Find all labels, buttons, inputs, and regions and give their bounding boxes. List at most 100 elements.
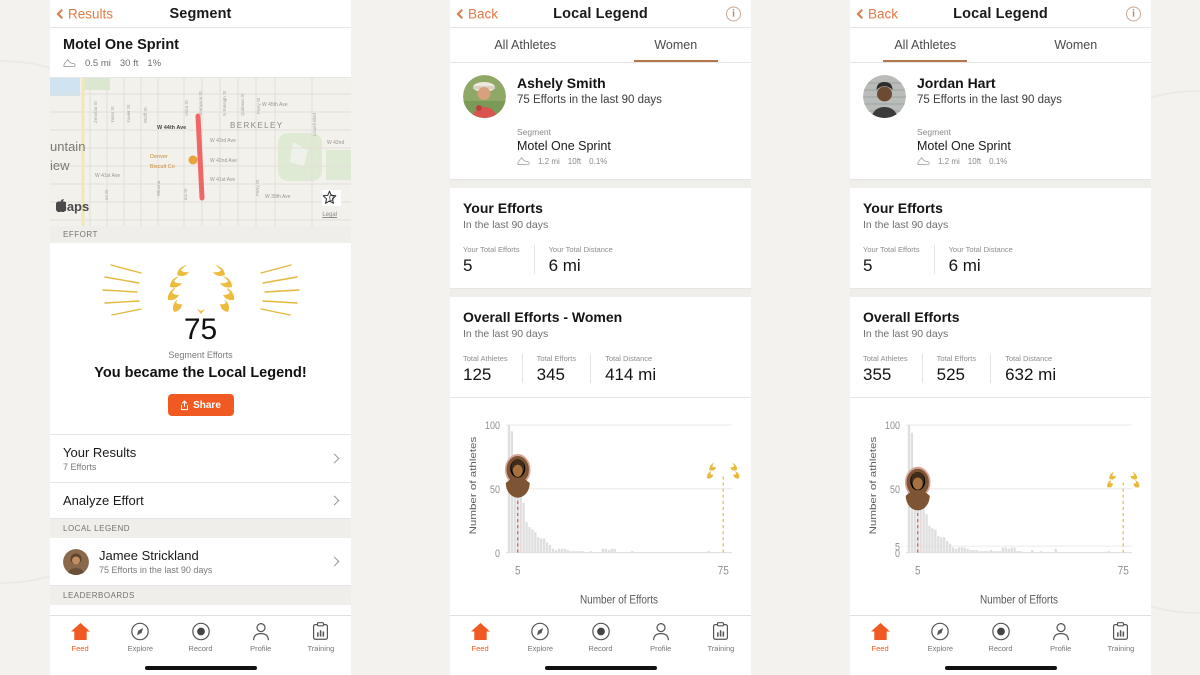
tab-profile[interactable]: Profile: [631, 622, 691, 653]
tab-record[interactable]: Record: [570, 622, 630, 653]
tab-explore[interactable]: Explore: [910, 622, 970, 653]
tab-record[interactable]: Record: [970, 622, 1030, 653]
local-legend-section-header: LOCAL LEGEND: [50, 519, 351, 538]
tab-training[interactable]: Training: [691, 622, 751, 653]
block-subtitle: In the last 90 days: [863, 328, 949, 340]
segment-grade: 0.1%: [989, 157, 1008, 166]
tab-explore[interactable]: Explore: [110, 622, 170, 653]
x-axis-label: Number of Efforts: [980, 594, 1058, 607]
y-axis-label: Number of athletes: [868, 437, 879, 535]
avatar-image: [863, 75, 906, 118]
tab-label: Profile: [250, 644, 272, 653]
tab-training[interactable]: Training: [291, 622, 351, 653]
home-icon: [70, 622, 90, 641]
legend-athlete-card[interactable]: Ashely Smith 75 Efforts in the last 90 d…: [450, 63, 751, 180]
leaderboards-section-header: LEADERBOARDS: [50, 586, 351, 605]
histogram-bar: [1001, 547, 1005, 553]
segment-elevation: 10ft: [567, 157, 582, 166]
segment-map[interactable]: W 45th Ave W 43rd Ave W 42nd Ave W 41st …: [50, 78, 351, 226]
legend-athlete-card[interactable]: Jordan Hart 75 Efforts in the last 90 da…: [850, 63, 1151, 180]
stat-value: 632 mi: [1005, 365, 1057, 384]
chevron-left-icon: [456, 8, 467, 19]
row-content: Jamee Strickland 75 Efforts in the last …: [99, 548, 331, 575]
apple-logo-icon: [56, 199, 67, 212]
segment-distance: 0.5 mi: [85, 58, 111, 69]
tab-label: Explore: [527, 644, 554, 653]
tab-label: Training: [1107, 644, 1135, 653]
chart-canvas: 05501005 75Number of EffortsNumber of ath…: [868, 421, 1140, 607]
tab-women[interactable]: Women: [601, 28, 752, 62]
block-title: Overall Efforts: [863, 309, 960, 325]
histogram-bar: [928, 525, 931, 553]
stat-your-total-distance: Your Total Distance 6 mi: [933, 245, 1027, 274]
y-tick-label: 100: [885, 421, 900, 433]
segment-label: Segment: [517, 127, 552, 137]
svg-text:Denver: Denver: [150, 154, 168, 160]
avatar: [63, 548, 89, 575]
svg-text:N Raleigh St: N Raleigh St: [222, 90, 227, 116]
tab-feed[interactable]: Feed: [50, 622, 110, 653]
your-results-row[interactable]: Your Results 7 Efforts: [50, 435, 351, 483]
stat-your-total-distance: Your Total Distance 6 mi: [533, 245, 627, 275]
info-icon[interactable]: i: [726, 6, 741, 21]
info-icon[interactable]: i: [1126, 6, 1141, 21]
tab-explore[interactable]: Explore: [510, 622, 570, 653]
tab-feed[interactable]: Feed: [450, 622, 510, 653]
segment-elevation: 10ft: [967, 157, 982, 166]
overall-efforts-block: Overall Efforts - Women In the last 90 d…: [450, 297, 751, 398]
phone-segment-screen: Results Segment Motel One Sprint 0.5 mi …: [50, 0, 351, 675]
page-title: Local Legend: [953, 5, 1048, 22]
map-star-control[interactable]: 0: [321, 190, 341, 206]
stat-value: 6 mi: [548, 256, 581, 275]
tab-profile[interactable]: Profile: [231, 622, 291, 653]
x-tick-label: 75: [718, 565, 729, 578]
share-button[interactable]: Share: [167, 394, 234, 416]
tab-training[interactable]: Training: [1091, 622, 1151, 653]
tab-label: Feed: [471, 644, 489, 653]
svg-text:Tennyson St: Tennyson St: [198, 90, 203, 116]
row-content: Your Results 7 Efforts: [63, 445, 331, 472]
tab-all-athletes[interactable]: All Athletes: [850, 28, 1001, 62]
back-button[interactable]: Back: [456, 6, 499, 21]
analyze-effort-row[interactable]: Analyze Effort: [50, 483, 351, 519]
overall-efforts-block: Overall Efforts In the last 90 days Tota…: [850, 297, 1151, 398]
svg-text:Utica St: Utica St: [184, 99, 189, 116]
svg-text:W 41st Ave: W 41st Ave: [210, 177, 235, 183]
svg-text:W 41st Ave: W 41st Ave: [95, 173, 120, 179]
svg-text:Biscuit Co: Biscuit Co: [150, 164, 175, 170]
home-indicator: [144, 666, 257, 670]
stat-label: Your Total Distance: [948, 245, 1013, 254]
tab-record[interactable]: Record: [170, 622, 230, 653]
phone-local-legend-all: Back Local Legend i All Athletes Women J…: [850, 0, 1151, 675]
svg-text:Perry St: Perry St: [255, 179, 260, 196]
histogram-bar: [963, 547, 966, 553]
back-button[interactable]: Back: [856, 6, 898, 21]
chevron-left-icon: [856, 8, 867, 19]
tab-profile[interactable]: Profile: [1031, 622, 1091, 653]
tab-women[interactable]: Women: [1001, 28, 1152, 62]
y-tick-label: 100: [485, 421, 500, 433]
athlete-header: Ashely Smith 75 Efforts in the last 90 d…: [463, 75, 738, 118]
svg-text:es St: es St: [104, 189, 109, 200]
back-label: Back: [468, 6, 499, 21]
stat-label: Total Athletes: [463, 354, 508, 363]
your-efforts-block: Your Efforts In the last 90 days Your To…: [450, 188, 751, 289]
block-subtitle: In the last 90 days: [463, 219, 549, 231]
y-tick-label: 50: [490, 484, 500, 496]
svg-text:W 44th Ave: W 44th Ave: [157, 125, 186, 131]
home-indicator: [544, 666, 657, 670]
segment-stats: 1.2 mi 10ft 0.1%: [917, 157, 1138, 166]
person-icon: [652, 623, 669, 641]
stat-columns: Total Athletes 355 Total Efforts 525 Tot…: [863, 354, 1138, 383]
svg-text:W 39th Ave: W 39th Ave: [265, 194, 291, 200]
athlete-filter-tabs: All Athletes Women: [850, 28, 1151, 63]
back-button[interactable]: Results: [56, 6, 113, 21]
segment-name: Motel One Sprint: [517, 139, 611, 153]
avatar: [863, 75, 906, 118]
navbar: Results Segment: [50, 0, 351, 28]
local-legend-athlete-row[interactable]: Jamee Strickland 75 Efforts in the last …: [50, 538, 351, 586]
map-legal-link[interactable]: Legal: [322, 212, 337, 218]
tab-all-athletes[interactable]: All Athletes: [450, 28, 601, 62]
tab-feed[interactable]: Feed: [850, 622, 910, 653]
tab-label: Record: [588, 644, 613, 653]
